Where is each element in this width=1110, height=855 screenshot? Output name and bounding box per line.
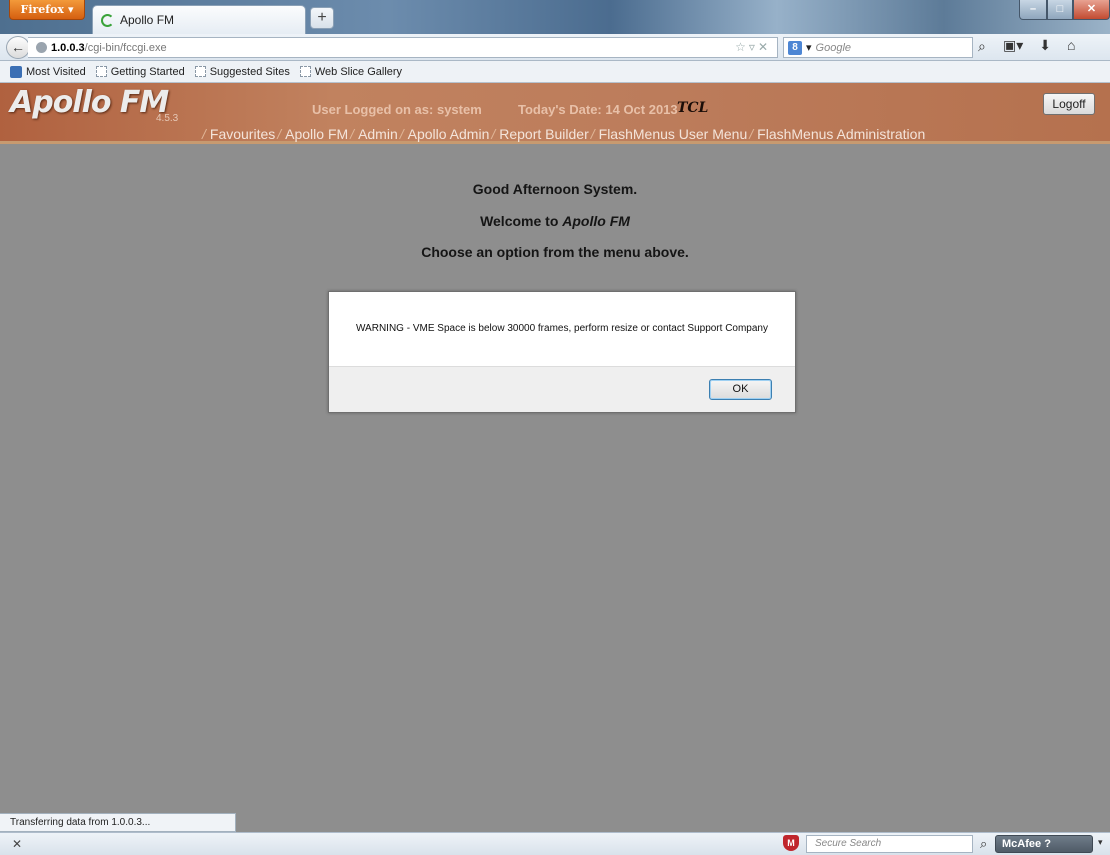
new-tab-button[interactable]: +: [310, 7, 334, 29]
browser-title-bar: Firefox ▾ Apollo FM + – □ ✕: [0, 0, 1110, 34]
welcome-text: Welcome to Apollo FM: [0, 213, 1110, 229]
tab-apollo-fm[interactable]: Apollo FM: [92, 5, 306, 34]
page-icon: [194, 66, 206, 77]
logoff-button[interactable]: Logoff: [1043, 93, 1095, 115]
most-visited-icon: [10, 65, 22, 78]
globe-icon: [36, 42, 47, 53]
search-placeholder: Google: [815, 41, 852, 54]
chevron-down-icon: ▾: [67, 3, 74, 16]
bookmark-label: Most Visited: [26, 65, 86, 78]
home-icon[interactable]: ⌂: [1067, 37, 1075, 54]
warning-dialog: WARNING - VME Space is below 30000 frame…: [328, 291, 796, 413]
company-logo: TCL: [677, 100, 709, 116]
search-icon[interactable]: ⌕: [980, 836, 987, 852]
search-input[interactable]: 8 ▾ Google: [783, 37, 973, 58]
welcome-app-name: Apollo FM: [562, 213, 630, 229]
bookmark-web-slice-gallery[interactable]: Web Slice Gallery: [299, 65, 403, 78]
menu-item-favourites[interactable]: Favourites: [210, 126, 275, 142]
app-header: Apollo FM 4.5.3 User Logged on as: syste…: [0, 83, 1110, 144]
url-bar[interactable]: 1.0.0.3 /cgi-bin/fccgi.exe ☆▿✕: [28, 37, 778, 58]
bookmark-label: Getting Started: [110, 65, 185, 78]
bookmark-label: Suggested Sites: [209, 65, 290, 78]
welcome-prefix: Welcome to: [480, 213, 563, 229]
mcafee-label: McAfee: [1002, 838, 1042, 850]
bookmark-getting-started[interactable]: Getting Started: [95, 65, 185, 78]
mcafee-shield-icon[interactable]: M: [783, 835, 799, 851]
bookmark-label: Web Slice Gallery: [314, 65, 403, 78]
navigation-bar: ← 1.0.0.3 /cgi-bin/fccgi.exe ☆▿✕ 8 ▾ Goo…: [0, 34, 1110, 61]
page-icon: [299, 66, 311, 77]
help-icon: ?: [1044, 838, 1051, 850]
firefox-menu-button[interactable]: Firefox ▾: [9, 0, 85, 20]
maximize-button[interactable]: □: [1047, 0, 1073, 20]
back-button[interactable]: ←: [6, 36, 30, 59]
app-version: 4.5.3: [156, 113, 179, 124]
dialog-footer: OK: [329, 366, 795, 412]
download-icon[interactable]: ⬇: [1039, 37, 1051, 54]
close-window-button[interactable]: ✕: [1073, 0, 1110, 20]
menu-item-apollo-admin[interactable]: Apollo Admin: [408, 126, 490, 142]
menu-item-apollo-fm[interactable]: Apollo FM: [285, 126, 348, 142]
date-info: Today's Date: 14 Oct 2013: [518, 102, 678, 117]
toolbar-icons: ▣▾ ⬇ ⌂: [1003, 37, 1075, 54]
bookmark-most-visited[interactable]: Most Visited: [10, 65, 86, 78]
minimize-button[interactable]: –: [1019, 0, 1047, 20]
menu-item-admin[interactable]: Admin: [358, 126, 398, 142]
search-icon[interactable]: ⌕: [978, 38, 986, 55]
dialog-message: WARNING - VME Space is below 30000 frame…: [355, 323, 768, 334]
url-path: /cgi-bin/fccgi.exe: [84, 41, 167, 54]
greeting-text: Good Afternoon System.: [472, 181, 638, 197]
addon-bar: ✕ M Secure Search ⌕ McAfee ? ▾: [0, 832, 1110, 855]
close-icon[interactable]: ✕: [12, 837, 22, 851]
instruction-text: Choose an option from the menu above.: [421, 244, 689, 260]
page-icon: [95, 66, 107, 77]
chevron-down-icon: ▾: [806, 42, 812, 54]
status-text: Transferring data from 1.0.0.3...: [0, 813, 236, 832]
mcafee-button[interactable]: McAfee ?: [995, 835, 1093, 853]
menu-item-report-builder[interactable]: Report Builder: [499, 126, 589, 142]
bookmark-suggested-sites[interactable]: Suggested Sites: [194, 65, 290, 78]
app-logo: Apollo FM: [10, 85, 169, 120]
app-menu: / Favourites / Apollo FM / Admin / Apoll…: [202, 126, 926, 142]
url-bar-actions[interactable]: ☆▿✕: [735, 40, 771, 54]
firefox-menu-label: Firefox: [20, 3, 64, 16]
arrow-left-icon: ←: [11, 39, 25, 55]
ok-button[interactable]: OK: [709, 379, 772, 400]
menu-item-flashmenus-user-menu[interactable]: FlashMenus User Menu: [599, 126, 748, 142]
user-info: User Logged on as: system: [312, 102, 482, 117]
tab-title: Apollo FM: [120, 13, 175, 27]
google-icon: 8: [788, 40, 802, 55]
menu-item-flashmenus-administration[interactable]: FlashMenus Administration: [757, 126, 925, 142]
loading-spinner-icon: [101, 13, 114, 27]
page-content: Good Afternoon System. Welcome to Apollo…: [0, 147, 1110, 810]
bookmarks-bar: Most Visited Getting Started Suggested S…: [0, 61, 1110, 83]
secure-search-input[interactable]: Secure Search: [806, 835, 973, 853]
bookmarks-menu-icon[interactable]: ▣▾: [1003, 37, 1023, 54]
chevron-down-icon[interactable]: ▾: [1098, 837, 1103, 848]
url-host: 1.0.0.3: [51, 41, 85, 54]
